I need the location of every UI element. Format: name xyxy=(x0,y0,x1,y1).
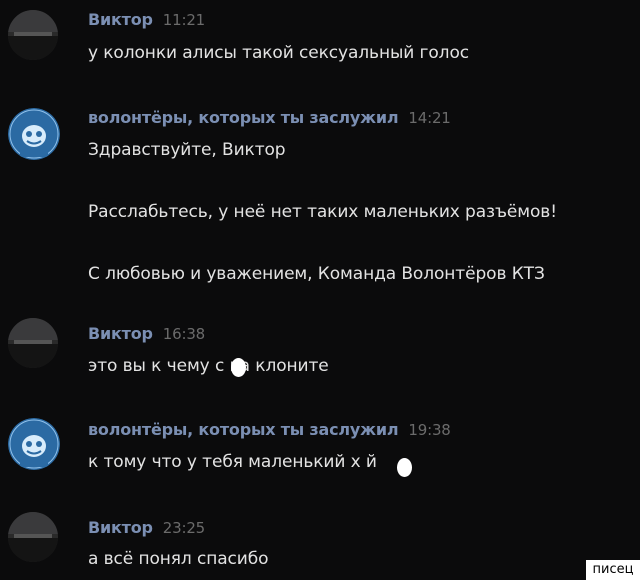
message-text: к тому что у тебя маленький х й xyxy=(88,452,377,472)
viktor-avatar[interactable] xyxy=(8,318,58,368)
author-name[interactable]: волонтёры, которых ты заслужил xyxy=(88,108,399,127)
watermark: писец xyxy=(586,560,640,580)
message-text: у колонки алисы такой сексуальный голос xyxy=(88,43,469,63)
message-time: 16:38 xyxy=(162,325,206,343)
message-author[interactable]: волонтёры, которых ты заслужил 19:38 xyxy=(88,420,451,439)
message-time: 11:21 xyxy=(162,11,206,29)
message-text: Расслабьтесь, у неё нет таких маленьких … xyxy=(88,202,557,222)
message-author[interactable]: волонтёры, которых ты заслужил 14:21 xyxy=(88,108,451,127)
message-author[interactable]: Виктор 11:21 xyxy=(88,10,205,29)
message-time: 23:25 xyxy=(162,519,206,537)
message-author[interactable]: Виктор 16:38 xyxy=(88,324,205,343)
author-name[interactable]: Виктор xyxy=(88,10,153,29)
viktor-avatar[interactable] xyxy=(8,10,58,60)
volunteers-avatar[interactable] xyxy=(8,108,60,160)
author-name[interactable]: Виктор xyxy=(88,324,153,343)
censor-blot xyxy=(397,458,412,477)
author-name[interactable]: Виктор xyxy=(88,518,153,537)
censor-blot xyxy=(231,358,246,377)
author-name[interactable]: волонтёры, которых ты заслужил xyxy=(88,420,399,439)
message-text: С любовью и уважением, Команда Волонтёро… xyxy=(88,264,545,284)
message-text: Здравствуйте, Виктор xyxy=(88,140,286,160)
message-time: 19:38 xyxy=(408,421,451,439)
viktor-avatar[interactable] xyxy=(8,512,58,562)
message-time: 14:21 xyxy=(408,109,451,127)
message-text: это вы к чему с ка клоните xyxy=(88,356,329,376)
message-author[interactable]: Виктор 23:25 xyxy=(88,518,205,537)
volunteers-avatar[interactable] xyxy=(8,418,60,470)
message-text: а всё понял спасибо xyxy=(88,549,269,569)
